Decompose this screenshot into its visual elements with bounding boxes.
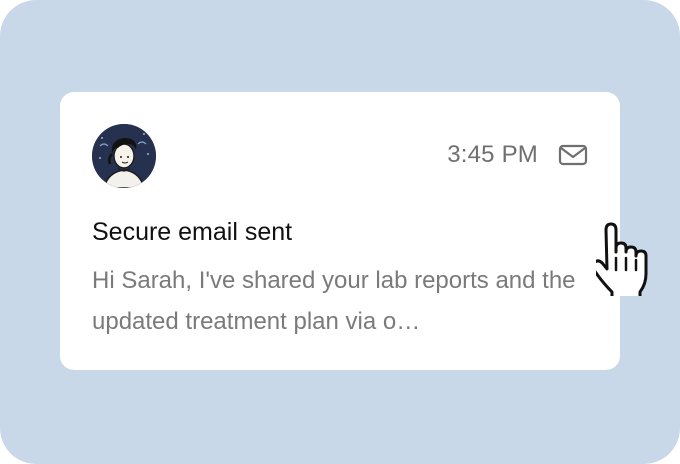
notification-title: Secure email sent bbox=[92, 218, 293, 246]
avatar-illustration bbox=[92, 124, 156, 188]
hand-pointer-cursor-icon bbox=[596, 222, 648, 296]
background-frame: 3:45 PM Secure email sent Hi Sarah, I've… bbox=[0, 0, 680, 464]
avatar bbox=[92, 124, 156, 188]
notification-time: 3:45 PM bbox=[447, 141, 538, 168]
notification-preview: Hi Sarah, I've shared your lab reports a… bbox=[92, 267, 576, 335]
notification-card[interactable]: 3:45 PM Secure email sent Hi Sarah, I've… bbox=[60, 92, 620, 370]
mail-icon bbox=[558, 144, 588, 166]
